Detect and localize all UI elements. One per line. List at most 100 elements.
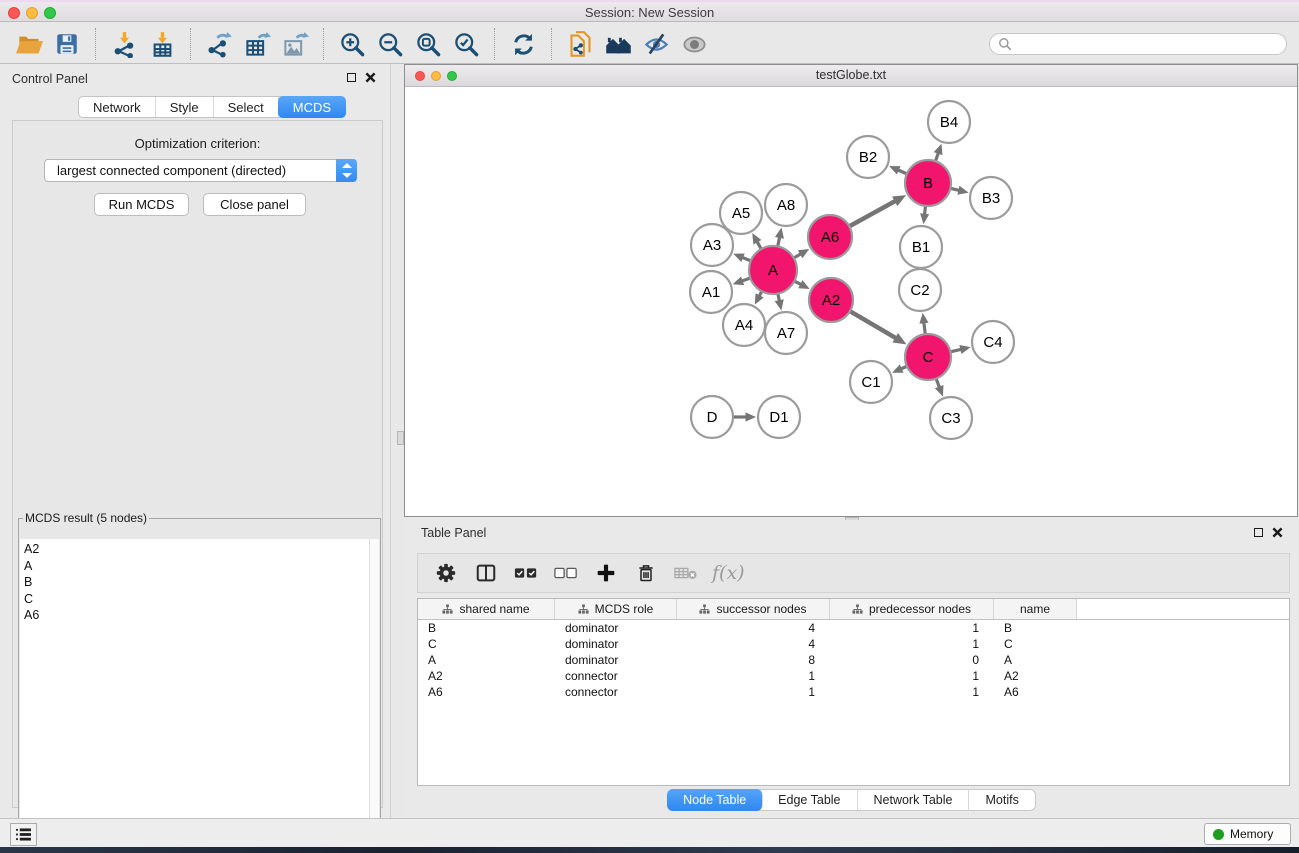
result-scrollbar[interactable] — [369, 539, 379, 853]
mcds-result-title: MCDS result (5 nodes) — [23, 511, 149, 525]
eye-slash-icon[interactable] — [641, 29, 671, 59]
table-row[interactable]: Bdominator41B — [418, 620, 1289, 636]
arrowhead-icon — [733, 276, 744, 285]
run-mcds-button[interactable]: Run MCDS — [94, 193, 189, 216]
dropdown-stepper-icon — [336, 159, 357, 182]
delete-table-icon[interactable] — [672, 559, 700, 587]
table-cell: dominator — [555, 653, 677, 667]
zoom-out-icon[interactable] — [375, 29, 405, 59]
tab-select[interactable]: Select — [214, 97, 279, 117]
node-label: A8 — [777, 197, 795, 214]
table-cell: A2 — [418, 669, 555, 683]
close-panel-button[interactable]: Close panel — [203, 193, 306, 216]
tab-mcds[interactable]: MCDS — [278, 96, 346, 118]
tab-style[interactable]: Style — [156, 97, 214, 117]
tab-network[interactable]: Network — [79, 97, 156, 117]
search-input[interactable] — [1017, 36, 1278, 52]
column-header-shared-name[interactable]: shared name — [418, 599, 555, 619]
export-image-icon[interactable] — [280, 29, 310, 59]
open-session-icon[interactable] — [14, 29, 44, 59]
arrowhead-icon — [919, 313, 928, 324]
node-label: A1 — [702, 284, 720, 301]
shared-column-icon — [578, 604, 589, 615]
dropdown-value: largest connected component (directed) — [45, 163, 336, 178]
optimization-dropdown[interactable]: largest connected component (directed) — [44, 159, 357, 182]
zoom-selected-icon[interactable] — [451, 29, 481, 59]
toolbar-separator — [190, 28, 191, 60]
add-column-icon[interactable] — [592, 559, 620, 587]
search-icon — [998, 37, 1012, 51]
export-network-icon[interactable] — [204, 29, 234, 59]
table-row[interactable]: A6connector11A6 — [418, 684, 1289, 700]
close-table-panel-icon[interactable] — [1272, 527, 1283, 538]
tab-network-table[interactable]: Network Table — [858, 790, 970, 810]
table-cell: A6 — [994, 685, 1077, 699]
eye-icon[interactable] — [679, 29, 709, 59]
mcds-result-list[interactable]: A2ABCA6 — [20, 539, 369, 853]
result-item[interactable]: A6 — [24, 607, 369, 624]
table-cell: A6 — [418, 685, 555, 699]
node-label: B2 — [859, 149, 877, 166]
edge-A6-B[interactable] — [849, 200, 896, 226]
column-header-name[interactable]: name — [994, 599, 1077, 619]
network-document-icon[interactable] — [565, 29, 595, 59]
float-panel-icon[interactable] — [347, 73, 356, 82]
node-label: A7 — [777, 325, 795, 342]
result-item[interactable]: B — [24, 574, 369, 591]
save-session-icon[interactable] — [52, 29, 82, 59]
export-table-icon[interactable] — [242, 29, 272, 59]
deselect-all-icon[interactable] — [552, 559, 580, 587]
result-item[interactable]: A2 — [24, 541, 369, 558]
node-label: D1 — [769, 409, 788, 426]
network-canvas[interactable]: B4B2BB3A8A5A6A3B1AC2A1A2A4A7C4CC1DD1C3 — [405, 87, 1297, 516]
settings-gear-icon[interactable] — [432, 559, 460, 587]
float-table-panel-icon[interactable] — [1254, 528, 1263, 537]
result-item[interactable]: A — [24, 558, 369, 575]
node-table: shared name MCDS role successor nodes pr… — [417, 598, 1290, 786]
table-cell: dominator — [555, 621, 677, 635]
table-row[interactable]: Cdominator41C — [418, 636, 1289, 652]
table-row[interactable]: Adominator80A — [418, 652, 1289, 668]
task-history-button[interactable] — [10, 823, 37, 846]
column-header-successor-nodes[interactable]: successor nodes — [677, 599, 830, 619]
zoom-in-icon[interactable] — [337, 29, 367, 59]
node-label: A5 — [732, 205, 750, 222]
zoom-fit-icon[interactable] — [413, 29, 443, 59]
table-cell: 4 — [677, 637, 830, 651]
network-window-titlebar[interactable]: testGlobe.txt — [405, 65, 1297, 87]
optimization-criterion-label: Optimization criterion: — [13, 136, 382, 151]
memory-button[interactable]: Memory — [1204, 823, 1291, 845]
tab-edge-table[interactable]: Edge Table — [762, 790, 857, 810]
table-row[interactable]: A2connector11A2 — [418, 668, 1289, 684]
tab-motifs[interactable]: Motifs — [969, 790, 1034, 810]
table-cell: A — [418, 653, 555, 667]
import-table-icon[interactable] — [147, 29, 177, 59]
shared-column-icon — [442, 604, 453, 615]
table-tabs: Node Table Edge Table Network Table Moti… — [404, 789, 1299, 811]
column-header-mcds-role[interactable]: MCDS role — [555, 599, 677, 619]
function-builder-icon[interactable]: f(x) — [712, 562, 745, 584]
column-header-predecessor-nodes[interactable]: predecessor nodes — [830, 599, 994, 619]
split-view-icon[interactable] — [472, 559, 500, 587]
node-label: C2 — [910, 282, 929, 299]
refresh-icon[interactable] — [508, 29, 538, 59]
import-network-icon[interactable] — [109, 29, 139, 59]
node-label: C1 — [861, 374, 880, 391]
tab-node-table[interactable]: Node Table — [667, 789, 763, 811]
control-panel: Control Panel Network Style Select MCDS … — [0, 64, 391, 818]
result-item[interactable]: C — [24, 591, 369, 608]
table-cell: 1 — [830, 669, 994, 683]
close-panel-icon[interactable] — [365, 72, 376, 83]
main-toolbar — [0, 25, 1299, 64]
edge-A2-C[interactable] — [850, 311, 897, 339]
app-title: Session: New Session — [0, 5, 1299, 20]
splitter-handle[interactable] — [397, 431, 404, 445]
node-label: B3 — [982, 190, 1000, 207]
network-window-title: testGlobe.txt — [405, 68, 1297, 82]
home-icon[interactable] — [603, 29, 633, 59]
search-field — [989, 33, 1287, 55]
delete-column-icon[interactable] — [632, 559, 660, 587]
select-all-icon[interactable] — [512, 559, 540, 587]
network-view-window: testGlobe.txt B4B2BB3A8A5A6A3B1AC2A1A2A4… — [404, 64, 1298, 517]
table-cell: connector — [555, 669, 677, 683]
